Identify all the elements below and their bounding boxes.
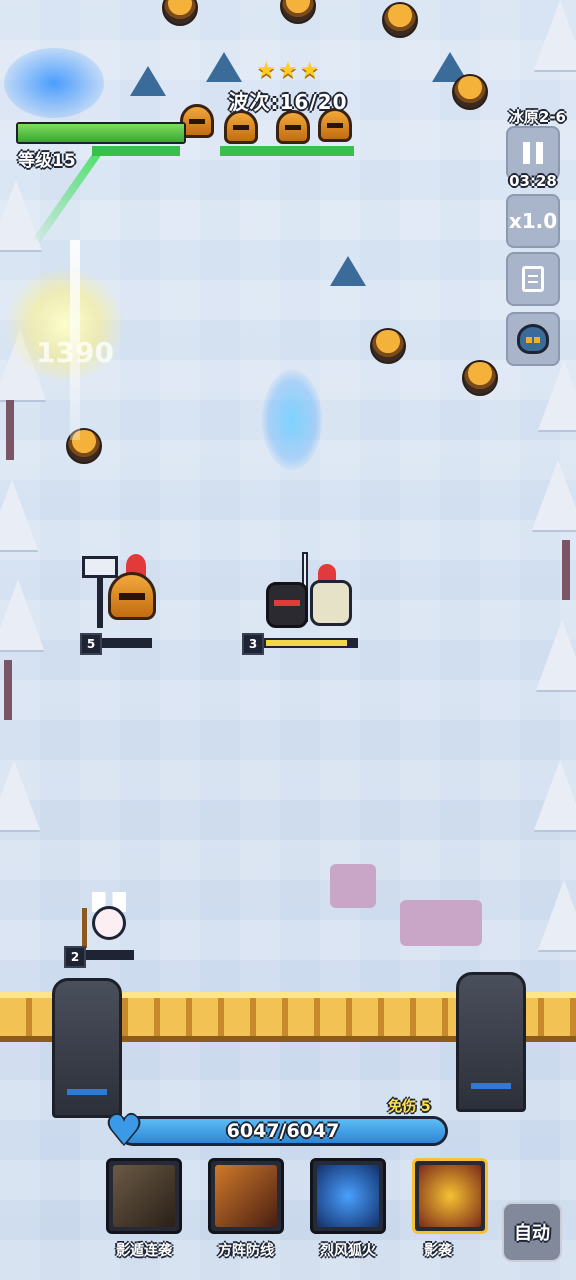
ice-shard-projectile bbox=[262, 370, 322, 470]
ice-patch bbox=[400, 900, 482, 946]
skill-art bbox=[113, 1165, 175, 1227]
unit-level-badge: 2 bbox=[64, 946, 86, 968]
hammer bbox=[82, 556, 118, 578]
stage-label: 冰原2-6 bbox=[508, 108, 566, 126]
enemy-hp-bar bbox=[92, 146, 180, 156]
star-icon: ★ bbox=[278, 58, 298, 83]
miner-enemy bbox=[162, 0, 198, 26]
miner-enemy bbox=[462, 360, 498, 396]
miner-enemy bbox=[280, 0, 316, 24]
skill-card-1[interactable] bbox=[106, 1158, 182, 1234]
boss-portrait-icon bbox=[517, 324, 549, 354]
damage-reduction-label: 免伤 5 bbox=[388, 1099, 431, 1115]
miner-enemy bbox=[452, 74, 488, 110]
wave-counter: 波次:16/20 bbox=[228, 90, 348, 114]
wave-stars: ★ ★ ★ bbox=[256, 58, 319, 86]
miner-enemy bbox=[382, 2, 418, 38]
player-hp-fill bbox=[18, 124, 184, 142]
hero-hammer-spartan[interactable] bbox=[80, 550, 160, 630]
snow-tree bbox=[534, 0, 576, 70]
miner-enemy bbox=[370, 328, 406, 364]
unit-energy-bar bbox=[86, 950, 134, 960]
snow-tree bbox=[0, 580, 44, 650]
snow-tree bbox=[538, 360, 576, 430]
ninja-eyes bbox=[274, 600, 300, 606]
tree-trunk bbox=[6, 400, 14, 460]
vortex-effect bbox=[4, 48, 104, 118]
boss-button[interactable] bbox=[506, 312, 560, 366]
ice-crystal-enemy bbox=[130, 66, 166, 96]
skill-art bbox=[215, 1165, 277, 1227]
player-level: 等级15 bbox=[18, 151, 76, 171]
star-icon: ★ bbox=[256, 58, 277, 83]
task-list-icon bbox=[522, 266, 544, 292]
player-hp-bar bbox=[16, 122, 186, 144]
unit-level-badge: 5 bbox=[80, 633, 102, 655]
ice-patch bbox=[330, 864, 376, 908]
skill-name-1: 影遁连袭 bbox=[116, 1243, 172, 1259]
mummy-body bbox=[310, 580, 352, 626]
snow-tree bbox=[0, 760, 40, 830]
task-button[interactable] bbox=[506, 252, 560, 306]
skill-card-4[interactable] bbox=[412, 1158, 488, 1234]
snow-tree bbox=[532, 460, 576, 530]
snow-tree bbox=[538, 880, 576, 950]
tree-trunk bbox=[4, 660, 12, 720]
stone-tower-right bbox=[456, 972, 526, 1112]
unit-level-badge: 3 bbox=[242, 633, 264, 655]
skill-card-3[interactable] bbox=[310, 1158, 386, 1234]
skill-name-3: 烈风狐火 bbox=[320, 1243, 376, 1259]
hero-ninja-pair[interactable] bbox=[262, 552, 358, 632]
star-icon: ★ bbox=[299, 58, 320, 83]
spartan-helmet bbox=[108, 572, 156, 620]
unit-energy-bar bbox=[102, 638, 152, 648]
snow-tree bbox=[536, 620, 576, 690]
battlefield: 1390 5 3 2 bbox=[0, 0, 576, 1280]
stone-tower-left bbox=[52, 978, 122, 1118]
enemy-hp-bar bbox=[220, 146, 354, 156]
pause-icon bbox=[523, 142, 543, 164]
skill-name-4: 影袭 bbox=[424, 1243, 452, 1259]
snow-tree bbox=[0, 480, 38, 550]
wave-panel: ★ ★ ★ 波次:16/20 bbox=[200, 58, 376, 124]
battle-timer: 03:28 bbox=[509, 172, 557, 190]
fox-head bbox=[92, 906, 126, 940]
base-hp-bar: 6047/6047 bbox=[118, 1116, 448, 1146]
heart-icon: ♥ bbox=[106, 1108, 142, 1154]
hero-fox-girl[interactable] bbox=[82, 892, 132, 950]
skill-art bbox=[419, 1165, 481, 1227]
skill-name-2: 方阵防线 bbox=[218, 1243, 274, 1259]
ice-crystal-enemy bbox=[330, 256, 366, 286]
speed-button[interactable]: x1.0 bbox=[506, 194, 560, 248]
unit-energy-bar bbox=[264, 638, 358, 648]
auto-button[interactable]: 自动 bbox=[502, 1202, 562, 1262]
tree-trunk bbox=[562, 540, 570, 600]
fox-staff bbox=[82, 908, 87, 948]
damage-number: 1390 bbox=[36, 336, 114, 369]
hammer-handle bbox=[97, 576, 103, 628]
skill-card-2[interactable] bbox=[208, 1158, 284, 1234]
base-hp-text: 6047/6047 bbox=[226, 1120, 340, 1142]
snow-tree bbox=[534, 760, 576, 830]
skill-art bbox=[317, 1165, 379, 1227]
